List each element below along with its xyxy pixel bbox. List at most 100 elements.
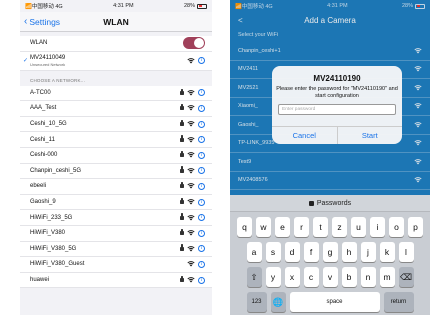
- key-u[interactable]: u: [351, 217, 366, 237]
- lock-icon: [180, 150, 184, 158]
- network-row[interactable]: Chanpin_ceshi_5G i: [20, 164, 212, 180]
- info-icon[interactable]: i: [198, 182, 205, 190]
- key-z[interactable]: z: [332, 217, 347, 237]
- wifi-icon: [187, 105, 195, 111]
- key-t[interactable]: t: [313, 217, 328, 237]
- key-y[interactable]: y: [265, 267, 281, 287]
- info-icon[interactable]: i: [198, 104, 205, 112]
- key-g[interactable]: g: [322, 242, 338, 262]
- key-d[interactable]: d: [284, 242, 300, 262]
- key-i[interactable]: i: [370, 217, 385, 237]
- back-label: Settings: [29, 16, 61, 27]
- key-e[interactable]: e: [275, 217, 290, 237]
- network-name: Ceshi-000: [30, 152, 58, 159]
- network-row[interactable]: HiWiFi_V380_5G i: [20, 242, 212, 258]
- wlan-toggle[interactable]: [183, 37, 205, 50]
- network-row[interactable]: HiWiFi_V380 i: [20, 226, 212, 242]
- lock-icon: [180, 88, 184, 95]
- nav-bar: ‹ Settings WLAN: [20, 12, 212, 32]
- network-row[interactable]: HiWiFi_V380_Guest i: [20, 257, 212, 273]
- key-j[interactable]: j: [360, 242, 376, 262]
- password-input[interactable]: Enter password: [278, 104, 396, 115]
- network-row[interactable]: ebeeli i: [20, 179, 212, 195]
- key-k[interactable]: k: [379, 242, 395, 262]
- network-row[interactable]: Ceshi_10_5G i: [20, 117, 212, 133]
- cancel-button[interactable]: Cancel: [272, 127, 338, 144]
- network-row[interactable]: AAA_Test i: [20, 101, 212, 117]
- add-camera-screen: 📶中国移动 4G 4:31 PM 28% < Add a Camera Sele…: [230, 0, 430, 315]
- back-button[interactable]: ‹ Settings: [24, 16, 60, 27]
- network-name: HiWiFi_V380_5G: [30, 245, 77, 252]
- globe-key[interactable]: 🌐: [270, 292, 286, 312]
- network-row[interactable]: Ceshi-000 i: [20, 148, 212, 164]
- keyboard-passwords-bar[interactable]: Passwords: [230, 195, 430, 212]
- key-n[interactable]: n: [360, 267, 376, 287]
- key-x[interactable]: x: [284, 267, 300, 287]
- delete-key[interactable]: ⌫: [398, 267, 414, 287]
- wlan-label: WLAN: [30, 40, 48, 47]
- network-row[interactable]: A-TC00 i: [20, 86, 212, 102]
- shift-key[interactable]: ⇧: [246, 267, 262, 287]
- key-c[interactable]: c: [303, 267, 319, 287]
- wifi-icon: [187, 230, 195, 236]
- info-icon[interactable]: i: [198, 245, 205, 253]
- start-button[interactable]: Start: [338, 127, 403, 144]
- lock-icon: [180, 104, 184, 111]
- info-icon[interactable]: i: [198, 89, 205, 97]
- checkmark-icon: ✓: [23, 58, 29, 65]
- key-r[interactable]: r: [294, 217, 309, 237]
- network-name: HiWiFi_233_5G: [30, 214, 73, 221]
- network-list: A-TC00 i AAA_Test i Ceshi_10_5G i Ceshi_11 i Ces…: [20, 85, 212, 289]
- key-o[interactable]: o: [389, 217, 404, 237]
- wifi-icon: [187, 215, 195, 221]
- network-row[interactable]: Gaoshi_9 i: [20, 195, 212, 211]
- network-icons: i: [187, 260, 205, 268]
- info-icon[interactable]: i: [198, 229, 205, 237]
- key-a[interactable]: a: [246, 242, 262, 262]
- space-key[interactable]: space: [289, 292, 380, 312]
- network-row[interactable]: huawei i: [20, 273, 212, 289]
- info-icon[interactable]: i: [198, 136, 205, 144]
- network-row[interactable]: Ceshi_11 i: [20, 132, 212, 148]
- dialog-title: MV24110190: [313, 74, 361, 83]
- network-name: HiWiFi_V380: [30, 230, 66, 237]
- network-name: Ceshi_11: [30, 136, 55, 143]
- wifi-icon: [187, 246, 195, 252]
- key-h[interactable]: h: [341, 242, 357, 262]
- network-icons: i: [180, 104, 205, 112]
- network-icons: i: [180, 88, 205, 97]
- key-w[interactable]: w: [256, 217, 271, 237]
- section-header: CHOOSE A NETWORK...: [30, 77, 86, 83]
- info-icon[interactable]: i: [198, 214, 205, 222]
- network-name: Chanpin_ceshi_5G: [30, 167, 82, 174]
- connected-network-subtitle: Unsecured Network: [30, 61, 66, 67]
- return-key[interactable]: return: [383, 292, 414, 312]
- keyboard-row-4: 123 🌐 space return: [230, 292, 430, 312]
- network-row[interactable]: HiWiFi_233_5G i: [20, 210, 212, 226]
- info-icon[interactable]: i: [198, 120, 205, 128]
- info-icon[interactable]: i: [198, 198, 205, 206]
- network-icons: i: [180, 244, 205, 253]
- connected-network-name: MV24110049: [30, 54, 66, 61]
- key-m[interactable]: m: [379, 267, 395, 287]
- info-icon[interactable]: i: [198, 151, 205, 159]
- key-q[interactable]: q: [237, 217, 252, 237]
- key-v[interactable]: v: [322, 267, 338, 287]
- numbers-key[interactable]: 123: [246, 292, 267, 312]
- info-icon[interactable]: i: [198, 260, 205, 268]
- dialog-message: Please enter the password for "MV2411019…: [276, 86, 398, 99]
- wifi-icon: [187, 199, 195, 205]
- key-l[interactable]: l: [398, 242, 414, 262]
- network-name: Gaoshi_9: [30, 199, 56, 206]
- key-b[interactable]: b: [341, 267, 357, 287]
- info-icon[interactable]: i: [198, 57, 205, 65]
- connected-network-row[interactable]: ✓ MV24110049 Unsecured Network i: [20, 52, 212, 71]
- key-f[interactable]: f: [303, 242, 319, 262]
- key-s[interactable]: s: [265, 242, 281, 262]
- battery-label: 28%: [183, 3, 195, 9]
- lock-icon: [180, 166, 184, 173]
- network-name: HiWiFi_V380_Guest: [30, 261, 85, 268]
- info-icon[interactable]: i: [198, 167, 205, 175]
- key-p[interactable]: p: [408, 217, 423, 237]
- info-icon[interactable]: i: [198, 276, 205, 284]
